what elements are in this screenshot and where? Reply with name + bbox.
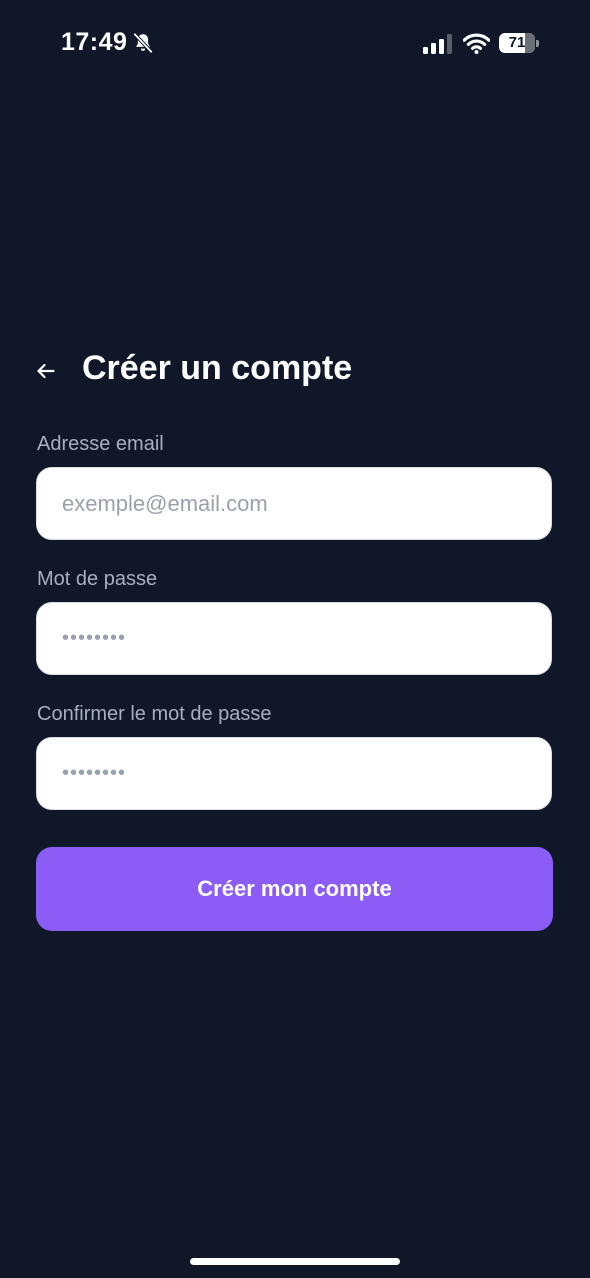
battery-icon: 71	[499, 33, 539, 55]
home-indicator[interactable]	[190, 1258, 400, 1265]
page-title: Créer un compte	[82, 349, 353, 387]
status-time: 17:49	[61, 28, 128, 56]
password-field[interactable]: ••••••••	[36, 602, 552, 675]
confirm-password-label: Confirmer le mot de passe	[37, 703, 272, 725]
create-account-button[interactable]: Créer mon compte	[36, 847, 553, 931]
email-placeholder: exemple@email.com	[62, 491, 268, 516]
battery-level: 71	[508, 34, 526, 51]
arrow-left-icon[interactable]	[34, 359, 58, 383]
confirm-password-field[interactable]: ••••••••	[36, 737, 552, 810]
cellular-signal-icon	[423, 34, 452, 54]
bell-slash-icon	[132, 32, 154, 54]
password-masked-value: ••••••••	[62, 627, 127, 649]
confirm-password-masked-value: ••••••••	[62, 762, 127, 784]
email-label: Adresse email	[37, 433, 164, 455]
wifi-icon	[463, 33, 490, 54]
password-label: Mot de passe	[37, 568, 158, 590]
email-field[interactable]: exemple@email.com	[36, 467, 552, 540]
